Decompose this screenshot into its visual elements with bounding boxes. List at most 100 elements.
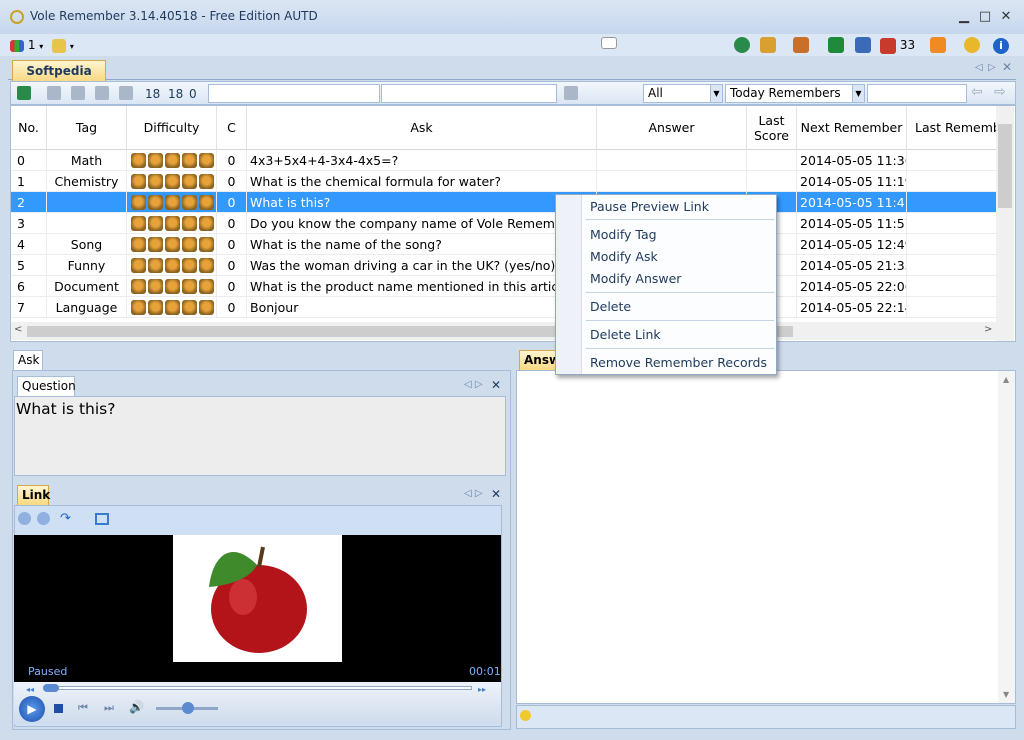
chevron-down-icon: ▼ [852, 85, 864, 102]
save-dropdown[interactable]: ▾ [52, 37, 74, 53]
scroll-down-icon[interactable]: ▼ [1003, 690, 1009, 699]
answer-content[interactable] [516, 370, 1016, 704]
info-button[interactable]: i [993, 37, 1009, 54]
answer-scrollbar[interactable] [998, 371, 1015, 703]
rewind-icon[interactable]: ◂◂ [26, 685, 34, 694]
search-field-2[interactable] [381, 84, 557, 103]
scroll-left-icon[interactable]: < [14, 324, 22, 335]
globe-button[interactable] [734, 37, 750, 53]
close-button[interactable]: ✕ [996, 8, 1016, 26]
difficulty-cell [127, 276, 217, 297]
delete-icon[interactable] [95, 86, 109, 100]
add-icon[interactable] [47, 86, 61, 100]
difficulty-star-icon [131, 279, 146, 294]
question-close-icon[interactable]: ✕ [491, 378, 501, 392]
table-row[interactable]: 2 0 What is this? 2014-05-05 11:41 [11, 192, 1007, 213]
search-field-1[interactable] [208, 84, 380, 103]
loop-icon[interactable] [95, 513, 109, 525]
col-header-tag[interactable]: Tag [47, 106, 127, 150]
difficulty-star-icon [182, 195, 197, 210]
difficulty-star-icon [199, 195, 214, 210]
link-close-icon[interactable]: ✕ [491, 487, 501, 501]
col-header-next-remember[interactable]: Next Remember [797, 106, 907, 150]
menu-separator [586, 348, 774, 349]
palette-button[interactable] [760, 37, 776, 53]
cell-lr [907, 297, 1007, 318]
table-row[interactable]: 3 0 Do you know the company name of Vole R… [11, 213, 1007, 234]
timer-button[interactable] [964, 37, 980, 53]
table-row[interactable]: 4 Song 0 What is the name of the song? 2014-… [11, 234, 1007, 255]
cell-lr [907, 192, 1007, 213]
link-prev-icon[interactable]: ◁ ▷ [464, 488, 483, 499]
scroll-up-icon[interactable]: ▲ [1003, 375, 1009, 384]
book-button[interactable] [828, 37, 844, 53]
previous-icon[interactable]: ⏮ [78, 701, 88, 715]
menu-item-modify-tag[interactable]: Modify Tag [590, 227, 657, 242]
menu-item-remove-remember-records[interactable]: Remove Remember Records [590, 355, 767, 370]
search-field-3[interactable] [867, 84, 967, 103]
menu-item-modify-ask[interactable]: Modify Ask [590, 249, 658, 264]
mail-button[interactable] [601, 37, 617, 53]
level-dropdown[interactable]: 1 ▾ [10, 37, 43, 53]
difficulty-star-icon [182, 258, 197, 273]
table-row[interactable]: 0 Math 0 4x3+5x4+4-3x4-4x5=? 2014-05-05 11:3… [11, 150, 1007, 171]
table-row[interactable]: 5 Funny 0 Was the woman driving a car in th… [11, 255, 1007, 276]
tab-prev-icon[interactable]: ◁ [975, 62, 983, 73]
tab-question[interactable]: Question [17, 376, 76, 396]
col-header-last-remember[interactable]: Last Remembe [907, 106, 1009, 150]
col-header-last-score[interactable]: Last Score [747, 106, 797, 150]
seek-thumb[interactable] [43, 684, 59, 692]
col-header-ask[interactable]: Ask [247, 106, 597, 150]
prev-link-icon[interactable] [18, 512, 31, 525]
next-icon[interactable]: ⏭ [104, 701, 114, 715]
volume-thumb[interactable] [182, 702, 194, 714]
rss-icon [930, 37, 946, 53]
next-link-icon[interactable] [37, 512, 50, 525]
back-arrow-icon[interactable]: ⇦ [971, 84, 983, 100]
maximize-button[interactable]: □ [975, 8, 995, 26]
col-header-c[interactable]: C [217, 106, 247, 150]
cell-lr [907, 171, 1007, 192]
filter-select[interactable]: All ▼ [643, 84, 723, 103]
menu-item-delete[interactable]: Delete [590, 299, 631, 314]
minimize-button[interactable]: ▁ [954, 8, 974, 26]
tab-ask[interactable]: Ask [13, 350, 43, 370]
tools-button[interactable] [793, 37, 809, 53]
difficulty-star-icon [199, 174, 214, 189]
play-button[interactable]: ▶ [19, 696, 45, 722]
view-select[interactable]: Today Remembers ▼ [725, 84, 865, 103]
tab-next-icon[interactable]: ▷ [988, 62, 996, 73]
grid-vertical-scroll-thumb[interactable] [998, 124, 1012, 208]
scroll-right-icon[interactable]: > [984, 324, 992, 335]
hint-bulb-icon[interactable] [520, 710, 531, 721]
table-row[interactable]: 6 Document 0 What is the product name menti… [11, 276, 1007, 297]
menu-item-pause-preview-link[interactable]: Pause Preview Link [590, 199, 709, 214]
user-icon[interactable] [119, 86, 133, 100]
table-row[interactable]: 7 Language 0 Bonjour 2014-05-05 22:14 [11, 297, 1007, 318]
rss-button[interactable] [930, 37, 946, 53]
volume-icon[interactable]: 🔊 [129, 700, 144, 714]
tab-softpedia-test[interactable]: Softpedia Test [12, 60, 106, 98]
calendar-button[interactable] [855, 37, 871, 53]
difficulty-star-icon [165, 300, 180, 315]
col-header-difficulty[interactable]: Difficulty [127, 106, 217, 150]
tab-link[interactable]: Link [17, 485, 50, 505]
book-icon[interactable] [17, 86, 31, 100]
menu-item-delete-link[interactable]: Delete Link [590, 327, 661, 342]
seek-bar[interactable] [44, 686, 472, 690]
context-menu: Pause Preview Link Modify Tag Modify Ask… [555, 194, 777, 375]
menu-item-modify-answer[interactable]: Modify Answer [590, 271, 681, 286]
redo-icon[interactable]: ↷ [60, 511, 71, 526]
document-icon[interactable] [564, 86, 578, 100]
question-prev-icon[interactable]: ◁ ▷ [464, 379, 483, 390]
cell-next: 2014-05-05 21:33 [797, 255, 907, 276]
tab-close-icon[interactable]: ✕ [1002, 60, 1012, 74]
forward-arrow-icon[interactable]: ⇨ [994, 84, 1006, 100]
col-header-answer[interactable]: Answer [597, 106, 747, 150]
fast-forward-icon[interactable]: ▸▸ [478, 685, 486, 694]
stop-icon[interactable] [54, 704, 63, 713]
edit-icon[interactable] [71, 86, 85, 100]
col-header-no[interactable]: No. [11, 106, 47, 150]
tasks-button[interactable]: 33 [880, 37, 915, 54]
table-row[interactable]: 1 Chemistry 0 What is the chemical formula … [11, 171, 1007, 192]
